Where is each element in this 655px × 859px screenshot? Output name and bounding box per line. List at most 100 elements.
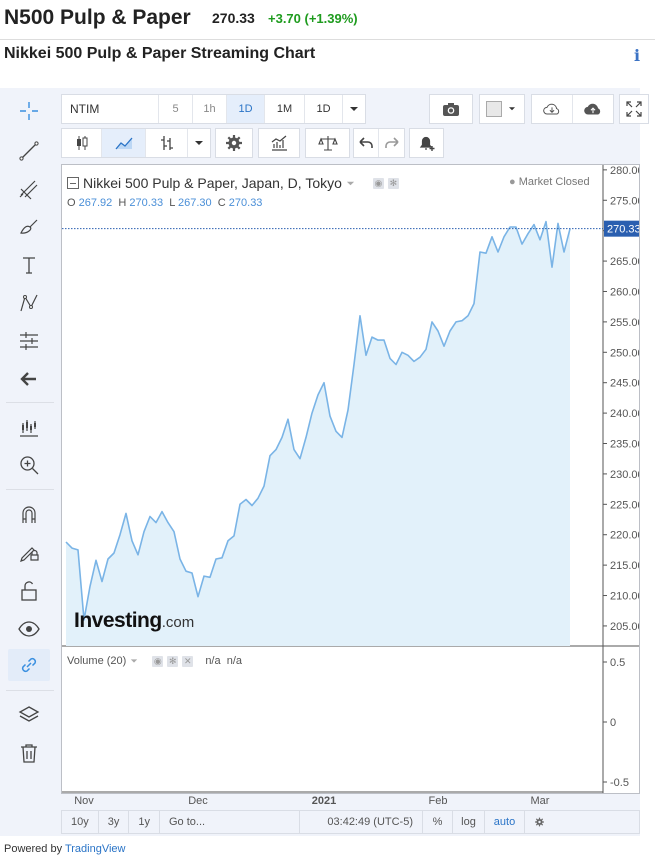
page-header: N500 Pulp & Paper 270.33 +3.70 (+1.39%) bbox=[0, 0, 655, 40]
y-tick-label: 260.00 bbox=[610, 286, 639, 298]
watermark-brand: Investing bbox=[74, 609, 162, 632]
undo-icon[interactable] bbox=[354, 129, 379, 157]
y-tick-label: 265.00 bbox=[610, 256, 639, 268]
compare-group bbox=[305, 128, 350, 158]
last-price: 270.33 bbox=[212, 10, 255, 26]
camera-icon[interactable] bbox=[430, 95, 472, 123]
interval-1m[interactable]: 1M bbox=[265, 95, 305, 123]
eye-icon[interactable] bbox=[8, 613, 50, 645]
pencil-lock-icon[interactable] bbox=[8, 537, 50, 569]
price-change: +3.70 (+1.39%) bbox=[268, 11, 358, 26]
color-swatch-button[interactable] bbox=[480, 95, 524, 123]
brush-icon[interactable] bbox=[8, 211, 50, 243]
open-value: 267.92 bbox=[78, 197, 113, 209]
info-icon[interactable]: i bbox=[634, 46, 640, 65]
settings-small-icon[interactable]: ✻ bbox=[167, 655, 179, 667]
market-status: ● Market Closed bbox=[509, 176, 590, 188]
y-tick-label: 210.00 bbox=[610, 591, 639, 603]
price-chart[interactable]: 280.00275.00270.00265.00260.00255.00250.… bbox=[62, 165, 639, 793]
percent-toggle[interactable]: % bbox=[423, 811, 453, 833]
trash-icon[interactable] bbox=[8, 737, 50, 769]
measure-icon[interactable] bbox=[8, 325, 50, 357]
back-arrow-icon[interactable] bbox=[8, 363, 50, 395]
range-3y[interactable]: 3y bbox=[99, 811, 130, 833]
auto-toggle[interactable]: auto bbox=[485, 811, 525, 833]
eye-toggle-icon[interactable]: ◉ bbox=[152, 655, 164, 667]
magnet-icon[interactable] bbox=[8, 499, 50, 531]
investing-watermark: Investing.com bbox=[74, 609, 194, 633]
chevron-down-icon[interactable] bbox=[130, 657, 138, 665]
goto-button[interactable]: Go to... bbox=[160, 811, 300, 833]
interval-5[interactable]: 5 bbox=[159, 95, 193, 123]
indicators-icon[interactable] bbox=[259, 129, 299, 157]
gear-icon[interactable] bbox=[216, 129, 252, 157]
fullscreen-group bbox=[619, 94, 649, 124]
gear-icon[interactable] bbox=[525, 811, 554, 833]
area-chart-icon[interactable] bbox=[102, 129, 146, 157]
candles-icon[interactable] bbox=[62, 129, 102, 157]
low-value: 267.30 bbox=[177, 197, 212, 209]
undo-redo-group bbox=[353, 128, 405, 158]
log-toggle[interactable]: log bbox=[453, 811, 485, 833]
redo-icon[interactable] bbox=[379, 129, 404, 157]
interval-toolbar: NTIM 5 1h 1D 1M 1D bbox=[61, 94, 366, 124]
legend-title: Nikkei 500 Pulp & Paper, Japan, D, Tokyo bbox=[83, 175, 342, 191]
interval-custom[interactable]: 1D bbox=[305, 95, 343, 123]
swatch-icon bbox=[486, 101, 502, 117]
x-tick-label: Dec bbox=[188, 795, 208, 807]
tradingview-link[interactable]: TradingView bbox=[65, 843, 126, 855]
chart-pane[interactable]: 280.00275.00270.00265.00260.00255.00250.… bbox=[61, 164, 640, 807]
interval-1h[interactable]: 1h bbox=[193, 95, 227, 123]
chevron-down-icon bbox=[350, 107, 358, 111]
x-tick-label: Feb bbox=[428, 795, 448, 807]
chart-legend: Nikkei 500 Pulp & Paper, Japan, D, Tokyo… bbox=[67, 175, 399, 191]
open-label: O bbox=[67, 197, 76, 209]
compare-scale-icon[interactable] bbox=[306, 129, 349, 157]
y-tick-label: 255.00 bbox=[610, 317, 639, 329]
cloud-download-icon[interactable] bbox=[532, 95, 573, 123]
link-icon[interactable] bbox=[8, 649, 50, 681]
pattern-icon[interactable] bbox=[8, 287, 50, 319]
eye-toggle-icon[interactable]: ◉ bbox=[372, 177, 384, 189]
last-price-label: 270.33 bbox=[607, 224, 639, 236]
collapse-icon[interactable] bbox=[67, 177, 79, 189]
chart-type-toolbar bbox=[61, 128, 211, 158]
range-1y[interactable]: 1y bbox=[129, 811, 160, 833]
y-tick-label: 235.00 bbox=[610, 439, 639, 451]
cloud-upload-icon[interactable] bbox=[573, 95, 614, 123]
layers-icon[interactable] bbox=[8, 699, 50, 731]
pitchfork-icon[interactable] bbox=[8, 173, 50, 205]
unlock-icon[interactable] bbox=[8, 575, 50, 607]
bars-icon[interactable] bbox=[146, 129, 188, 157]
y-tick-label: 220.00 bbox=[610, 530, 639, 542]
bell-add-icon[interactable] bbox=[410, 129, 443, 157]
fullscreen-icon[interactable] bbox=[620, 95, 648, 123]
volume-values: n/a n/a bbox=[205, 655, 243, 667]
interval-dropdown[interactable] bbox=[343, 95, 365, 123]
close-label: C bbox=[217, 197, 226, 209]
bottom-toolbar: 10y 3y 1y Go to... 03:42:49 (UTC-5) % lo… bbox=[61, 810, 640, 834]
x-tick-label: 2021 bbox=[311, 795, 337, 807]
vol-tick-label: 0 bbox=[610, 717, 616, 729]
x-tick-label: Nov bbox=[74, 795, 94, 807]
zoom-in-icon[interactable] bbox=[8, 449, 50, 481]
chevron-down-icon[interactable] bbox=[346, 179, 355, 188]
y-tick-label: 280.00 bbox=[610, 165, 639, 177]
range-10y[interactable]: 10y bbox=[62, 811, 99, 833]
powered-by: Powered by TradingView bbox=[4, 843, 126, 855]
interval-1d[interactable]: 1D bbox=[227, 95, 265, 123]
ohlc-readout: O 267.92 H 270.33 L 267.30 C 270.33 bbox=[67, 197, 262, 209]
settings-small-icon[interactable]: ✻ bbox=[387, 177, 399, 189]
low-label: L bbox=[169, 197, 175, 209]
candles-zoom-icon[interactable] bbox=[8, 411, 50, 443]
x-tick-label: Mar bbox=[530, 795, 550, 807]
text-icon[interactable] bbox=[8, 249, 50, 281]
trend-line-icon[interactable] bbox=[8, 135, 50, 167]
symbol-search-input[interactable]: NTIM bbox=[62, 95, 159, 123]
y-tick-label: 225.00 bbox=[610, 499, 639, 511]
close-icon[interactable]: ✕ bbox=[182, 655, 194, 667]
chart-type-dropdown[interactable] bbox=[188, 129, 210, 157]
page-subtitle: Nikkei 500 Pulp & Paper Streaming Chart bbox=[4, 45, 316, 62]
volume-legend: Volume (20) ◉ ✻ ✕ n/a n/a bbox=[67, 655, 242, 667]
crosshair-icon[interactable] bbox=[8, 95, 50, 127]
